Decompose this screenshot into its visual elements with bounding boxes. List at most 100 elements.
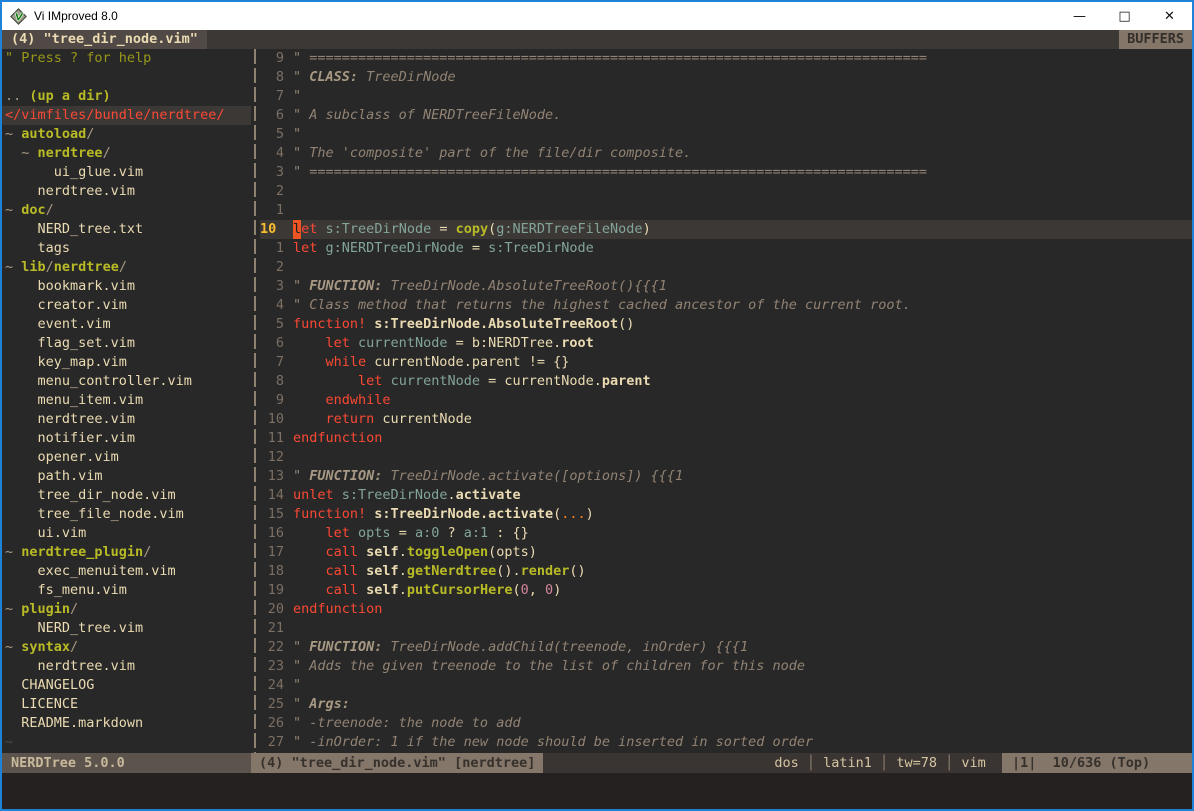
tab-tree-dir-node[interactable]: (4) "tree_dir_node.vim"	[2, 30, 207, 49]
code-line[interactable]: 10let s:TreeDirNode = copy(g:NERDTreeFil…	[260, 220, 1192, 239]
token-file: notifier.vim	[5, 430, 135, 446]
token-t: currentNode	[374, 410, 472, 429]
code-line[interactable]: 9" =====================================…	[260, 49, 1192, 68]
token-t	[293, 562, 326, 581]
code-line[interactable]: 6 let currentNode = b:NERDTree.root	[260, 334, 1192, 353]
code-line[interactable]: 1let g:NERDTreeDirNode = s:TreeDirNode	[260, 239, 1192, 258]
code-line[interactable]: 14unlet s:TreeDirNode.activate	[260, 486, 1192, 505]
command-line[interactable]	[2, 773, 1192, 809]
titlebar[interactable]: Vi IMproved 8.0 — □ ✕	[2, 2, 1192, 30]
empty-buffer-line[interactable]: ~	[2, 733, 251, 752]
code-line[interactable]: 7 while currentNode.parent != {}	[260, 353, 1192, 372]
tree-file-nerd-tree-txt[interactable]: NERD_tree.txt	[2, 220, 251, 239]
tree-file-path[interactable]: path.vim	[2, 467, 251, 486]
tree-file-flag-set[interactable]: flag_set.vim	[2, 334, 251, 353]
tree-file-notifier[interactable]: notifier.vim	[2, 429, 251, 448]
tree-dir-syntax[interactable]: ~ syntax/	[2, 638, 251, 657]
tree-file-ui[interactable]: ui.vim	[2, 524, 251, 543]
tree-file-tags[interactable]: tags	[2, 239, 251, 258]
token-c: TreeDirNode.AbsoluteTreeRoot(){{{1	[382, 277, 666, 296]
code-line[interactable]: 2	[260, 182, 1192, 201]
code-line[interactable]: 24"	[260, 676, 1192, 695]
tree-dir-plugin[interactable]: ~ plugin/	[2, 600, 251, 619]
tree-help-line[interactable]: " Press ? for help	[2, 49, 251, 68]
tree-file-nerdtree-vim3[interactable]: nerdtree.vim	[2, 657, 251, 676]
tree-file-bookmark[interactable]: bookmark.vim	[2, 277, 251, 296]
tree-dir-nerdtree-plugin[interactable]: ~ nerdtree_plugin/	[2, 543, 251, 562]
code-line[interactable]: 27" -inOrder: 1 if the new node should b…	[260, 733, 1192, 752]
tree-file-tree-file-node[interactable]: tree_file_node.vim	[2, 505, 251, 524]
tree-file-event[interactable]: event.vim	[2, 315, 251, 334]
window-split-separator[interactable]	[251, 49, 260, 753]
tree-dir-lib-nerdtree[interactable]: ~ lib/nerdtree/	[2, 258, 251, 277]
tree-file-changelog[interactable]: CHANGELOG	[2, 676, 251, 695]
tree-file-nerdtree-vim2[interactable]: nerdtree.vim	[2, 410, 251, 429]
tree-file-menu-item[interactable]: menu_item.vim	[2, 391, 251, 410]
code-line[interactable]: 12	[260, 448, 1192, 467]
code-line[interactable]: 4" Class method that returns the highest…	[260, 296, 1192, 315]
code-line[interactable]: 3" FUNCTION: TreeDirNode.AbsoluteTreeRoo…	[260, 277, 1192, 296]
code-line[interactable]: 19 call self.putCursorHere(0, 0)	[260, 581, 1192, 600]
gutter-gap	[284, 638, 293, 657]
tree-file-exec-menuitem[interactable]: exec_menuitem.vim	[2, 562, 251, 581]
code-line[interactable]: 5function! s:TreeDirNode.AbsoluteTreeRoo…	[260, 315, 1192, 334]
code-line[interactable]: 4" The 'composite' part of the file/dir …	[260, 144, 1192, 163]
code-line[interactable]: 2	[260, 258, 1192, 277]
token-t	[293, 334, 326, 353]
token-tan: /	[70, 601, 78, 617]
code-line[interactable]: 7"	[260, 87, 1192, 106]
close-button-icon[interactable]: ✕	[1147, 2, 1192, 30]
tree-blank-line[interactable]	[2, 68, 251, 87]
tree-up-a-dir[interactable]: .. (up a dir)	[2, 87, 251, 106]
tree-file-opener[interactable]: opener.vim	[2, 448, 251, 467]
code-line[interactable]: 26" -treenode: the node to add	[260, 714, 1192, 733]
tree-file-licence[interactable]: LICENCE	[2, 695, 251, 714]
token-file: CHANGELOG	[5, 677, 94, 693]
maximize-button-icon[interactable]: □	[1102, 2, 1147, 30]
tree-dir-doc[interactable]: ~ doc/	[2, 201, 251, 220]
code-line[interactable]: 25" Args:	[260, 695, 1192, 714]
code-line[interactable]: 8" CLASS: TreeDirNode	[260, 68, 1192, 87]
tree-file-nerd-tree-vim[interactable]: NERD_tree.vim	[2, 619, 251, 638]
token-c: "	[293, 125, 301, 144]
code-line[interactable]: 23" Adds the given treenode to the list …	[260, 657, 1192, 676]
tree-file-fs-menu[interactable]: fs_menu.vim	[2, 581, 251, 600]
code-line[interactable]: 8 let currentNode = currentNode.parent	[260, 372, 1192, 391]
code-line[interactable]: 15function! s:TreeDirNode.activate(...)	[260, 505, 1192, 524]
tree-file-ui-glue[interactable]: ui_glue.vim	[2, 163, 251, 182]
code-line[interactable]: 11endfunction	[260, 429, 1192, 448]
token-b: activate	[456, 486, 521, 505]
code-line[interactable]: 22" FUNCTION: TreeDirNode.addChild(treen…	[260, 638, 1192, 657]
tree-file-tree-dir-node[interactable]: tree_dir_node.vim	[2, 486, 251, 505]
tree-file-nerdtree-vim[interactable]: nerdtree.vim	[2, 182, 251, 201]
token-dir: syntax	[21, 639, 70, 655]
token-f: getNerdtree	[407, 562, 496, 581]
tree-file-menu-controller[interactable]: menu_controller.vim	[2, 372, 251, 391]
code-line[interactable]: 21	[260, 619, 1192, 638]
minimize-button-icon[interactable]: —	[1057, 2, 1102, 30]
tree-file-creator[interactable]: creator.vim	[2, 296, 251, 315]
code-line[interactable]: 9 endwhile	[260, 391, 1192, 410]
tree-file-key-map[interactable]: key_map.vim	[2, 353, 251, 372]
code-line[interactable]: 1	[260, 201, 1192, 220]
code-line[interactable]: 17 call self.toggleOpen(opts)	[260, 543, 1192, 562]
code-line[interactable]: 5"	[260, 125, 1192, 144]
code-line[interactable]: 6" A subclass of NERDTreeFileNode.	[260, 106, 1192, 125]
code-line[interactable]: 10 return currentNode	[260, 410, 1192, 429]
code-line[interactable]: 3" =====================================…	[260, 163, 1192, 182]
code-line[interactable]: 16 let opts = a:0 ? a:1 : {}	[260, 524, 1192, 543]
tree-dir-autoload-nerdtree[interactable]: ~ nerdtree/	[2, 144, 251, 163]
tree-file-readme[interactable]: README.markdown	[2, 714, 251, 733]
token-t: (	[553, 505, 561, 524]
token-dir: nerdtree	[38, 145, 103, 161]
code-line[interactable]: 20endfunction	[260, 600, 1192, 619]
tree-root-path[interactable]: </vimfiles/bundle/nerdtree/	[2, 106, 251, 125]
gutter-gap	[284, 695, 293, 714]
token-i: g:NERDTreeDirNode	[326, 239, 464, 258]
code-line[interactable]: 18 call self.getNerdtree().render()	[260, 562, 1192, 581]
buffers-label: BUFFERS	[1119, 30, 1192, 49]
tree-dir-autoload[interactable]: ~ autoload/	[2, 125, 251, 144]
line-number: 16	[260, 524, 284, 543]
token-t	[358, 562, 366, 581]
code-line[interactable]: 13" FUNCTION: TreeDirNode.activate([opti…	[260, 467, 1192, 486]
